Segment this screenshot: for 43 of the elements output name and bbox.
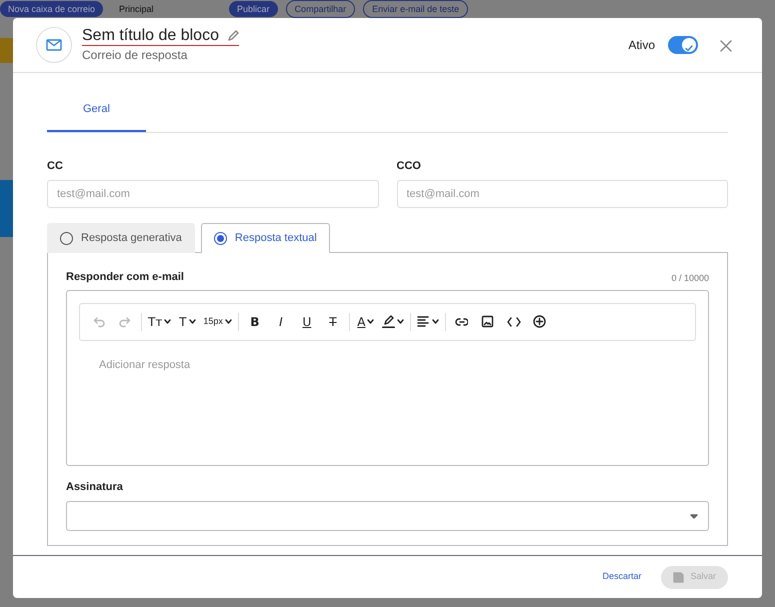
- image-icon: [481, 315, 494, 328]
- discard-link[interactable]: Descartar: [602, 570, 642, 584]
- pencil-icon: [226, 30, 239, 42]
- strikethrough-button[interactable]: T: [320, 310, 346, 334]
- font-dropdown[interactable]: T: [174, 310, 200, 334]
- text-color-button[interactable]: A: [352, 310, 379, 334]
- character-counter: 0 / 10000: [671, 272, 709, 285]
- background-panel: [0, 180, 13, 237]
- response-tab[interactable]: Resposta textual: [200, 223, 330, 253]
- text-editor[interactable]: Tт T 15px B I U T A Adicionar resposta: [66, 290, 709, 466]
- highlighter-icon: [382, 315, 395, 328]
- italic-button[interactable]: I: [268, 310, 294, 334]
- signature-label: Assinatura: [66, 480, 124, 494]
- field-label: CC: [47, 158, 64, 174]
- undo-icon: [92, 315, 106, 328]
- dropdown-caret-icon: [690, 514, 698, 518]
- response-tab[interactable]: Resposta generativa: [47, 223, 195, 253]
- tab[interactable]: Geral: [47, 97, 146, 132]
- editor-placeholder: Adicionar resposta: [99, 358, 192, 372]
- input-field[interactable]: test@mail.com: [47, 180, 378, 208]
- input-field[interactable]: test@mail.com: [396, 180, 728, 208]
- redo-icon: [118, 315, 132, 328]
- editor-label: Responder com e-mail: [66, 270, 184, 285]
- block-subtitle: Correio de resposta: [82, 47, 188, 64]
- underline-button[interactable]: U: [294, 310, 320, 334]
- active-toggle[interactable]: [668, 36, 698, 54]
- font-size-dropdown[interactable]: 15px: [200, 310, 235, 334]
- active-label: Ativo: [628, 37, 655, 54]
- plus-circle-icon: [533, 315, 546, 328]
- background-panel: [0, 38, 13, 63]
- block-title[interactable]: Sem título de bloco: [82, 26, 239, 46]
- bold-button[interactable]: B: [242, 310, 268, 334]
- radio-icon: [60, 232, 73, 244]
- toolbar-button[interactable]: Nova caixa de correio: [0, 1, 104, 17]
- close-icon: [720, 40, 732, 52]
- code-icon: [506, 315, 521, 328]
- toolbar-button[interactable]: Publicar: [229, 1, 278, 17]
- text-size-dropdown[interactable]: Tт: [145, 310, 174, 334]
- radio-icon: [214, 232, 227, 244]
- toolbar-button[interactable]: Principal: [111, 1, 222, 17]
- align-left-icon: [416, 315, 430, 328]
- mail-icon: [46, 39, 62, 51]
- field-label: CCO: [396, 158, 422, 174]
